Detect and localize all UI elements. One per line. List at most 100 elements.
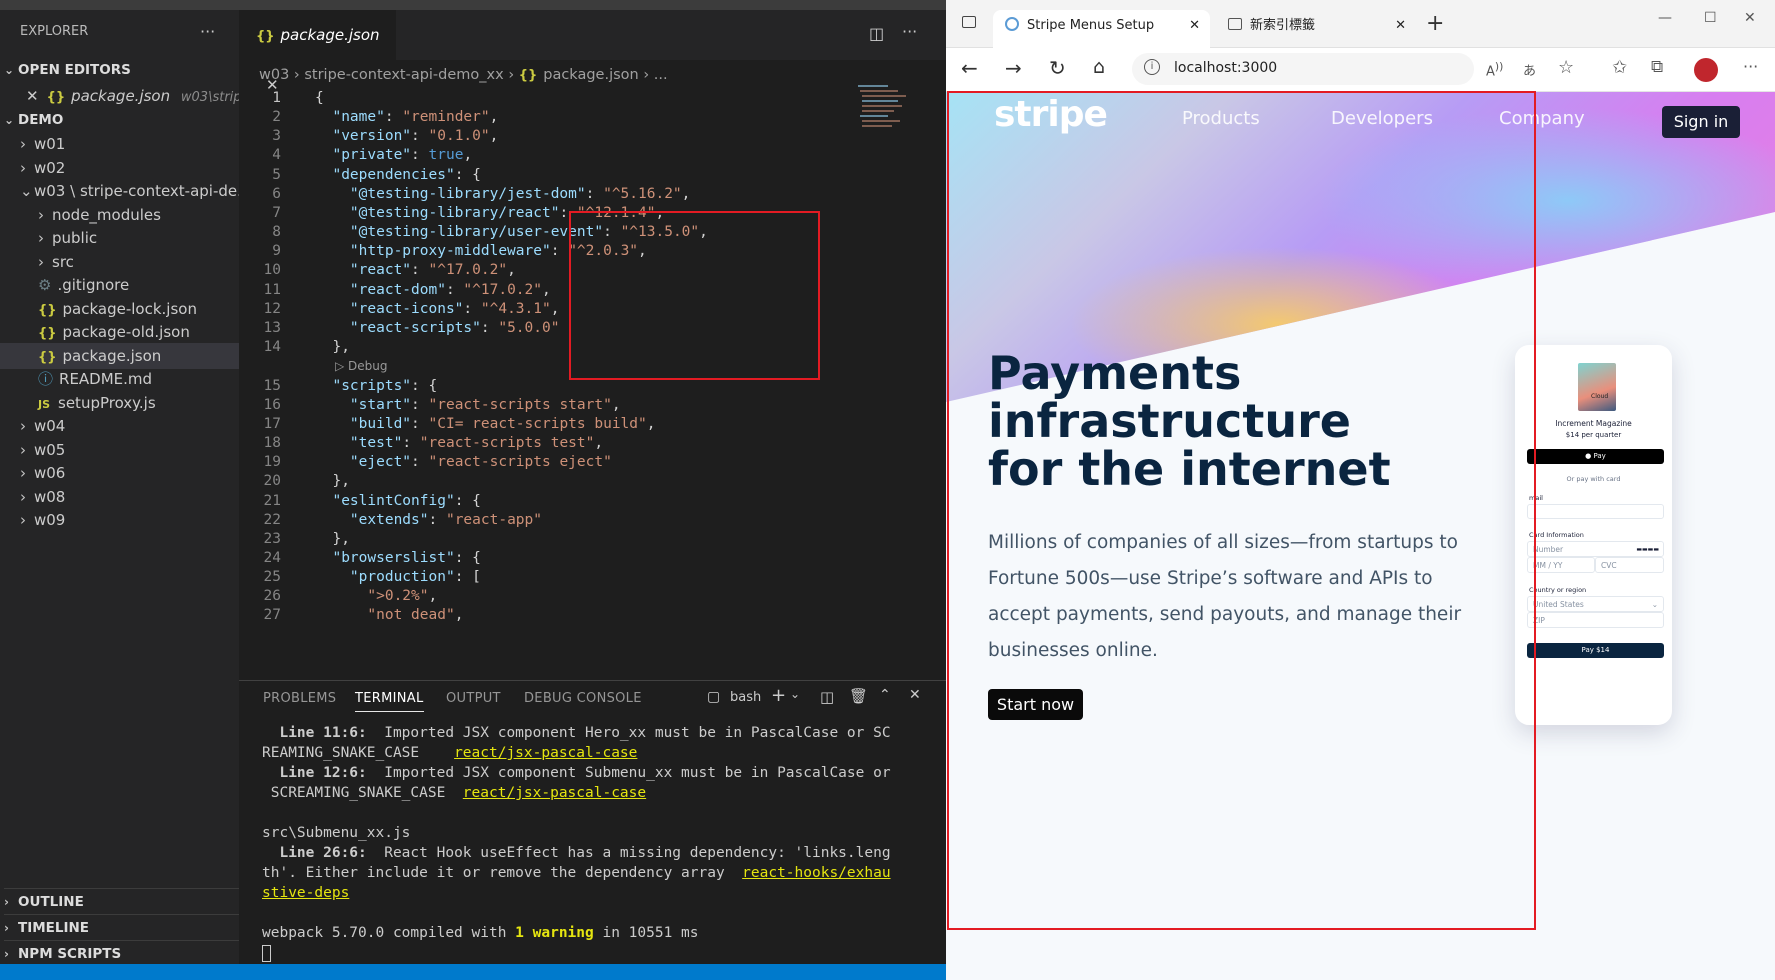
lint-rule-link[interactable]: react/jsx-pascal-case bbox=[454, 745, 637, 761]
tree-item[interactable]: › w02 bbox=[0, 155, 239, 181]
outline-section[interactable]: › OUTLINE bbox=[4, 888, 243, 914]
collections-icon[interactable]: ⧉ bbox=[1651, 57, 1663, 77]
read-aloud-icon[interactable]: A)) bbox=[1486, 60, 1503, 79]
workspace-section[interactable]: ⌄ DEMO bbox=[4, 107, 63, 133]
debug-codelens[interactable]: ▷ Debug bbox=[335, 359, 388, 373]
trash-icon[interactable]: 🗑 bbox=[849, 687, 868, 705]
breadcrumb-item[interactable]: package.json bbox=[543, 67, 638, 83]
chevron-down-icon: ⌄ bbox=[20, 182, 33, 200]
line-number: 16 bbox=[263, 396, 281, 413]
tree-item[interactable]: JS setupProxy.js bbox=[0, 390, 239, 416]
url-text[interactable]: localhost:3000 bbox=[1174, 60, 1277, 76]
translate-icon[interactable]: あ bbox=[1523, 60, 1536, 79]
tree-item[interactable]: ⚙ .gitignore bbox=[0, 272, 239, 298]
tab-package-json[interactable]: {} package.json ✕ bbox=[239, 10, 396, 94]
split-editor-icon[interactable]: ◫ bbox=[869, 24, 884, 43]
expiry-field[interactable]: MM / YY bbox=[1527, 557, 1595, 573]
browser-tab[interactable]: 新索引標籤 ✕ bbox=[1216, 10, 1406, 48]
more-actions-icon[interactable]: ··· bbox=[902, 22, 917, 41]
code-token: , bbox=[454, 607, 464, 624]
tab-terminal[interactable]: TERMINAL bbox=[355, 691, 424, 712]
home-icon[interactable]: ⌂ bbox=[1093, 56, 1105, 78]
minimize-icon[interactable]: — bbox=[1658, 10, 1672, 26]
chevron-down-icon[interactable]: ⌄ bbox=[790, 687, 800, 701]
tree-item[interactable]: ⓘ README.md bbox=[0, 366, 239, 392]
tree-item[interactable]: › public bbox=[0, 225, 239, 251]
code-key: "build" bbox=[349, 415, 412, 432]
line-number: 13 bbox=[263, 319, 281, 336]
open-editor-item[interactable]: ✕{} package.json w03\strip... bbox=[26, 83, 254, 109]
refresh-icon[interactable]: ↻ bbox=[1049, 56, 1066, 80]
close-tab-icon[interactable]: ✕ bbox=[1189, 10, 1200, 42]
email-field[interactable] bbox=[1527, 504, 1664, 519]
minimap[interactable] bbox=[856, 82, 908, 162]
tree-item[interactable]: › w08 bbox=[0, 484, 239, 510]
browser-tab-active[interactable]: Stripe Menus Setup ✕ bbox=[993, 10, 1210, 48]
address-bar[interactable]: i localhost:3000 bbox=[1132, 53, 1474, 85]
split-terminal-icon[interactable]: ◫ bbox=[820, 688, 834, 706]
maximize-panel-icon[interactable]: ⌃ bbox=[879, 687, 891, 703]
back-icon[interactable]: ← bbox=[961, 56, 978, 80]
code-line: "react": "^17.0.2", bbox=[315, 262, 516, 278]
forward-icon[interactable]: → bbox=[1005, 56, 1022, 80]
tab-actions-icon[interactable] bbox=[962, 16, 976, 28]
tree-item[interactable]: {} package-old.json bbox=[0, 319, 239, 345]
close-tab-icon[interactable]: ✕ bbox=[1395, 10, 1406, 42]
info-icon[interactable]: i bbox=[1144, 59, 1160, 75]
react-favicon-icon bbox=[1005, 17, 1019, 31]
npm-scripts-section[interactable]: › NPM SCRIPTS bbox=[4, 940, 243, 966]
close-icon[interactable]: ✕ bbox=[26, 87, 39, 105]
more-actions-icon[interactable]: ··· bbox=[1743, 57, 1758, 76]
code-line: "eslintConfig": { bbox=[315, 493, 480, 509]
maximize-icon[interactable]: ☐ bbox=[1704, 10, 1717, 26]
favorites-icon[interactable]: ✩ bbox=[1612, 57, 1627, 78]
pay-button[interactable]: Pay $14 bbox=[1527, 643, 1664, 658]
terminal-output[interactable]: Line 11:6: Imported JSX component Hero_x… bbox=[262, 723, 942, 963]
cvc-field[interactable]: CVC bbox=[1595, 557, 1664, 573]
code-string: "not dead" bbox=[367, 607, 455, 624]
tab-problems[interactable]: PROBLEMS bbox=[263, 691, 336, 706]
tab-debug-console[interactable]: DEBUG CONSOLE bbox=[524, 691, 642, 706]
tree-item[interactable]: › w04 bbox=[0, 413, 239, 439]
timeline-section[interactable]: › TIMELINE bbox=[4, 914, 243, 940]
tree-item[interactable]: ⌄w03 \ stripe-context-api-de... bbox=[0, 178, 251, 204]
card-number-field[interactable]: Number ▬▬▬▬ bbox=[1527, 541, 1664, 557]
close-window-icon[interactable]: ✕ bbox=[1744, 10, 1756, 26]
js-file-icon: JS bbox=[38, 397, 51, 411]
more-actions-icon[interactable]: ··· bbox=[200, 19, 215, 45]
lint-rule-link[interactable]: react-hooks/exhau bbox=[742, 865, 890, 881]
open-editors-section[interactable]: ⌄ OPEN EDITORS bbox=[4, 57, 131, 83]
breadcrumb-item[interactable]: w03 bbox=[259, 67, 289, 83]
zip-field[interactable]: ZIP bbox=[1527, 612, 1664, 628]
product-price: $14 per quarter bbox=[1565, 431, 1622, 439]
tree-item[interactable]: › w01 bbox=[0, 131, 239, 157]
tree-item[interactable]: {} package.json bbox=[0, 342, 239, 369]
new-tab-icon[interactable]: + bbox=[1426, 11, 1444, 36]
json-file-icon: {} bbox=[46, 90, 66, 105]
add-favorite-icon[interactable]: ☆ bbox=[1558, 57, 1574, 78]
line-number: 21 bbox=[263, 492, 281, 509]
tree-item[interactable]: › w06 bbox=[0, 460, 239, 486]
tree-item[interactable]: {} package-lock.json bbox=[0, 296, 239, 322]
breadcrumb-item[interactable]: stripe-context-api-demo_xx bbox=[304, 67, 503, 83]
tree-item[interactable]: › src bbox=[0, 249, 239, 275]
lint-rule-link[interactable]: stive-deps bbox=[262, 885, 349, 901]
close-panel-icon[interactable]: ✕ bbox=[909, 687, 921, 703]
country-select[interactable]: United States ⌄ bbox=[1527, 596, 1664, 612]
terminal-shell-name[interactable]: bash bbox=[730, 690, 761, 705]
avatar[interactable] bbox=[1694, 58, 1718, 82]
new-terminal-icon[interactable]: + bbox=[771, 685, 786, 706]
breadcrumb-item[interactable]: ... bbox=[654, 67, 668, 83]
sign-in-button[interactable]: Sign in bbox=[1662, 106, 1740, 138]
code-token: : bbox=[384, 109, 394, 126]
chevron-right-icon: › bbox=[4, 921, 9, 935]
tab-output[interactable]: OUTPUT bbox=[446, 691, 501, 706]
tree-item[interactable]: › w05 bbox=[0, 437, 239, 463]
tree-item[interactable]: › node_modules bbox=[0, 202, 239, 228]
lint-rule-link[interactable]: react/jsx-pascal-case bbox=[463, 785, 646, 801]
apple-pay-button[interactable]: ● Pay bbox=[1527, 449, 1664, 464]
tree-item[interactable]: › w09 bbox=[0, 507, 239, 533]
